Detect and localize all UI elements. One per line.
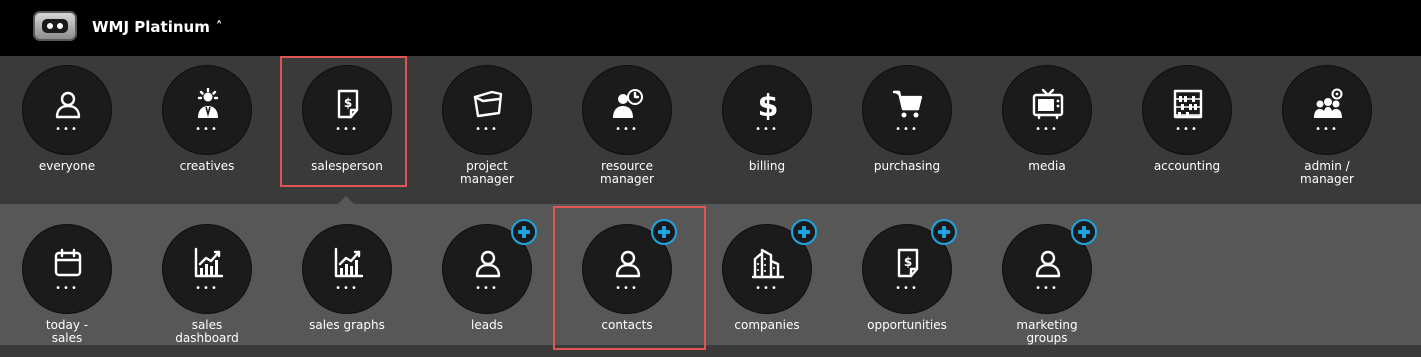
role-tile-admin-manager[interactable]: ••• admin / manager bbox=[1267, 65, 1387, 186]
tile-circle[interactable]: ••• bbox=[862, 65, 952, 155]
role-bar: ••• everyone ••• creatives $ ••• salesperson ••… bbox=[0, 56, 1421, 204]
tile-label: billing bbox=[748, 159, 786, 173]
more-dots-icon[interactable]: ••• bbox=[443, 125, 531, 135]
tile-label: creatives bbox=[179, 159, 235, 173]
more-dots-icon[interactable]: ••• bbox=[23, 284, 111, 294]
tile-label: opportunities bbox=[867, 318, 947, 332]
more-dots-icon[interactable]: ••• bbox=[1003, 284, 1091, 294]
more-dots-icon[interactable]: ••• bbox=[583, 284, 671, 294]
plus-bar bbox=[662, 226, 666, 238]
tile-circle[interactable]: ••• bbox=[442, 65, 532, 155]
more-dots-icon[interactable]: ••• bbox=[303, 125, 391, 135]
tool-tile-opportunities[interactable]: $ ••• opportunities bbox=[847, 219, 967, 332]
more-dots-icon[interactable]: ••• bbox=[723, 125, 811, 135]
tile-circle[interactable]: ••• bbox=[302, 224, 392, 314]
tile-label: salesperson bbox=[311, 159, 383, 173]
tile-circle[interactable]: ••• bbox=[1142, 65, 1232, 155]
role-tile-salesperson[interactable]: $ ••• salesperson bbox=[287, 65, 407, 173]
add-contacts-plus-icon[interactable] bbox=[651, 219, 677, 245]
plus-bar bbox=[942, 226, 946, 238]
workspace-name: WMJ Platinum bbox=[92, 18, 210, 36]
tile-label: sales dashboard bbox=[175, 318, 239, 345]
more-dots-icon[interactable]: ••• bbox=[583, 125, 671, 135]
tile-circle[interactable]: $ ••• bbox=[722, 65, 812, 155]
chevron-up-icon: ˄ bbox=[215, 20, 223, 35]
tile-circle[interactable]: ••• bbox=[442, 219, 537, 314]
tile-label: resource manager bbox=[600, 159, 654, 186]
plus-bar bbox=[522, 226, 526, 238]
tile-circle[interactable]: ••• bbox=[22, 65, 112, 155]
more-dots-icon[interactable]: ••• bbox=[863, 284, 951, 294]
more-dots-icon[interactable]: ••• bbox=[163, 125, 251, 135]
robot-eye-left bbox=[47, 23, 53, 29]
tile-circle[interactable]: ••• bbox=[1282, 65, 1372, 155]
workspace-switcher[interactable]: WMJ Platinum ˄ bbox=[92, 18, 222, 36]
role-tile-purchasing[interactable]: ••• purchasing bbox=[847, 65, 967, 173]
tile-circle[interactable]: $ ••• bbox=[302, 65, 392, 155]
tool-tile-sales-graphs[interactable]: ••• sales graphs bbox=[287, 224, 407, 332]
tile-label: companies bbox=[734, 318, 800, 332]
tile-label: marketing groups bbox=[1016, 318, 1078, 345]
add-marketing-groups-plus-icon[interactable] bbox=[1071, 219, 1097, 245]
role-tile-media[interactable]: ••• media bbox=[987, 65, 1107, 173]
more-dots-icon[interactable]: ••• bbox=[863, 125, 951, 135]
tile-circle[interactable]: ••• bbox=[582, 219, 677, 314]
tile-label: leads bbox=[471, 318, 503, 332]
robot-face bbox=[42, 19, 68, 33]
plus-bar bbox=[802, 226, 806, 238]
tile-label: purchasing bbox=[873, 159, 941, 173]
more-dots-icon[interactable]: ••• bbox=[163, 284, 251, 294]
more-dots-icon[interactable]: ••• bbox=[1143, 125, 1231, 135]
tile-label: accounting bbox=[1153, 159, 1221, 173]
tile-circle[interactable]: ••• bbox=[22, 224, 112, 314]
svg-text:$: $ bbox=[758, 89, 779, 120]
tool-tile-leads[interactable]: ••• leads bbox=[427, 219, 547, 332]
svg-text:$: $ bbox=[344, 96, 352, 110]
more-dots-icon[interactable]: ••• bbox=[23, 125, 111, 135]
add-leads-plus-icon[interactable] bbox=[511, 219, 537, 245]
tile-label: media bbox=[1028, 159, 1066, 173]
add-companies-plus-icon[interactable] bbox=[791, 219, 817, 245]
selected-role-pointer bbox=[337, 196, 355, 205]
top-bar: WMJ Platinum ˄ bbox=[0, 0, 1421, 56]
tool-tile-companies[interactable]: ••• companies bbox=[707, 219, 827, 332]
role-tile-accounting[interactable]: ••• accounting bbox=[1127, 65, 1247, 173]
more-dots-icon[interactable]: ••• bbox=[443, 284, 531, 294]
role-tile-project-manager[interactable]: ••• project manager bbox=[427, 65, 547, 186]
tile-circle[interactable]: ••• bbox=[722, 219, 817, 314]
svg-text:$: $ bbox=[904, 255, 912, 269]
tile-label: admin / manager bbox=[1300, 159, 1354, 186]
tile-circle[interactable]: ••• bbox=[1002, 219, 1097, 314]
more-dots-icon[interactable]: ••• bbox=[303, 284, 391, 294]
tile-label: sales graphs bbox=[309, 318, 385, 332]
robot-logo-icon[interactable] bbox=[33, 11, 77, 41]
tile-label: contacts bbox=[601, 318, 653, 332]
tile-label: project manager bbox=[460, 159, 514, 186]
tile-label: today - sales bbox=[45, 318, 89, 345]
robot-eye-right bbox=[57, 23, 63, 29]
tile-circle[interactable]: $ ••• bbox=[862, 219, 957, 314]
tile-circle[interactable]: ••• bbox=[162, 224, 252, 314]
tool-tile-today-sales[interactable]: ••• today - sales bbox=[7, 224, 127, 345]
tile-circle[interactable]: ••• bbox=[1002, 65, 1092, 155]
role-tile-billing[interactable]: $ ••• billing bbox=[707, 65, 827, 173]
more-dots-icon[interactable]: ••• bbox=[1003, 125, 1091, 135]
tool-tile-sales-dashboard[interactable]: ••• sales dashboard bbox=[147, 224, 267, 345]
tile-label: everyone bbox=[38, 159, 96, 173]
tile-circle[interactable]: ••• bbox=[162, 65, 252, 155]
role-tile-resource-manager[interactable]: ••• resource manager bbox=[567, 65, 687, 186]
tool-tile-marketing-groups[interactable]: ••• marketing groups bbox=[987, 219, 1107, 345]
role-tile-everyone[interactable]: ••• everyone bbox=[7, 65, 127, 173]
plus-bar bbox=[1082, 226, 1086, 238]
add-opportunities-plus-icon[interactable] bbox=[931, 219, 957, 245]
tool-tile-contacts[interactable]: ••• contacts bbox=[567, 219, 687, 332]
role-tile-creatives[interactable]: ••• creatives bbox=[147, 65, 267, 173]
tool-bar: ••• today - sales ••• sales dashboard ••• sal… bbox=[0, 204, 1421, 345]
more-dots-icon[interactable]: ••• bbox=[1283, 125, 1371, 135]
tool-bar-footer bbox=[0, 345, 1421, 357]
tile-circle[interactable]: ••• bbox=[582, 65, 672, 155]
more-dots-icon[interactable]: ••• bbox=[723, 284, 811, 294]
